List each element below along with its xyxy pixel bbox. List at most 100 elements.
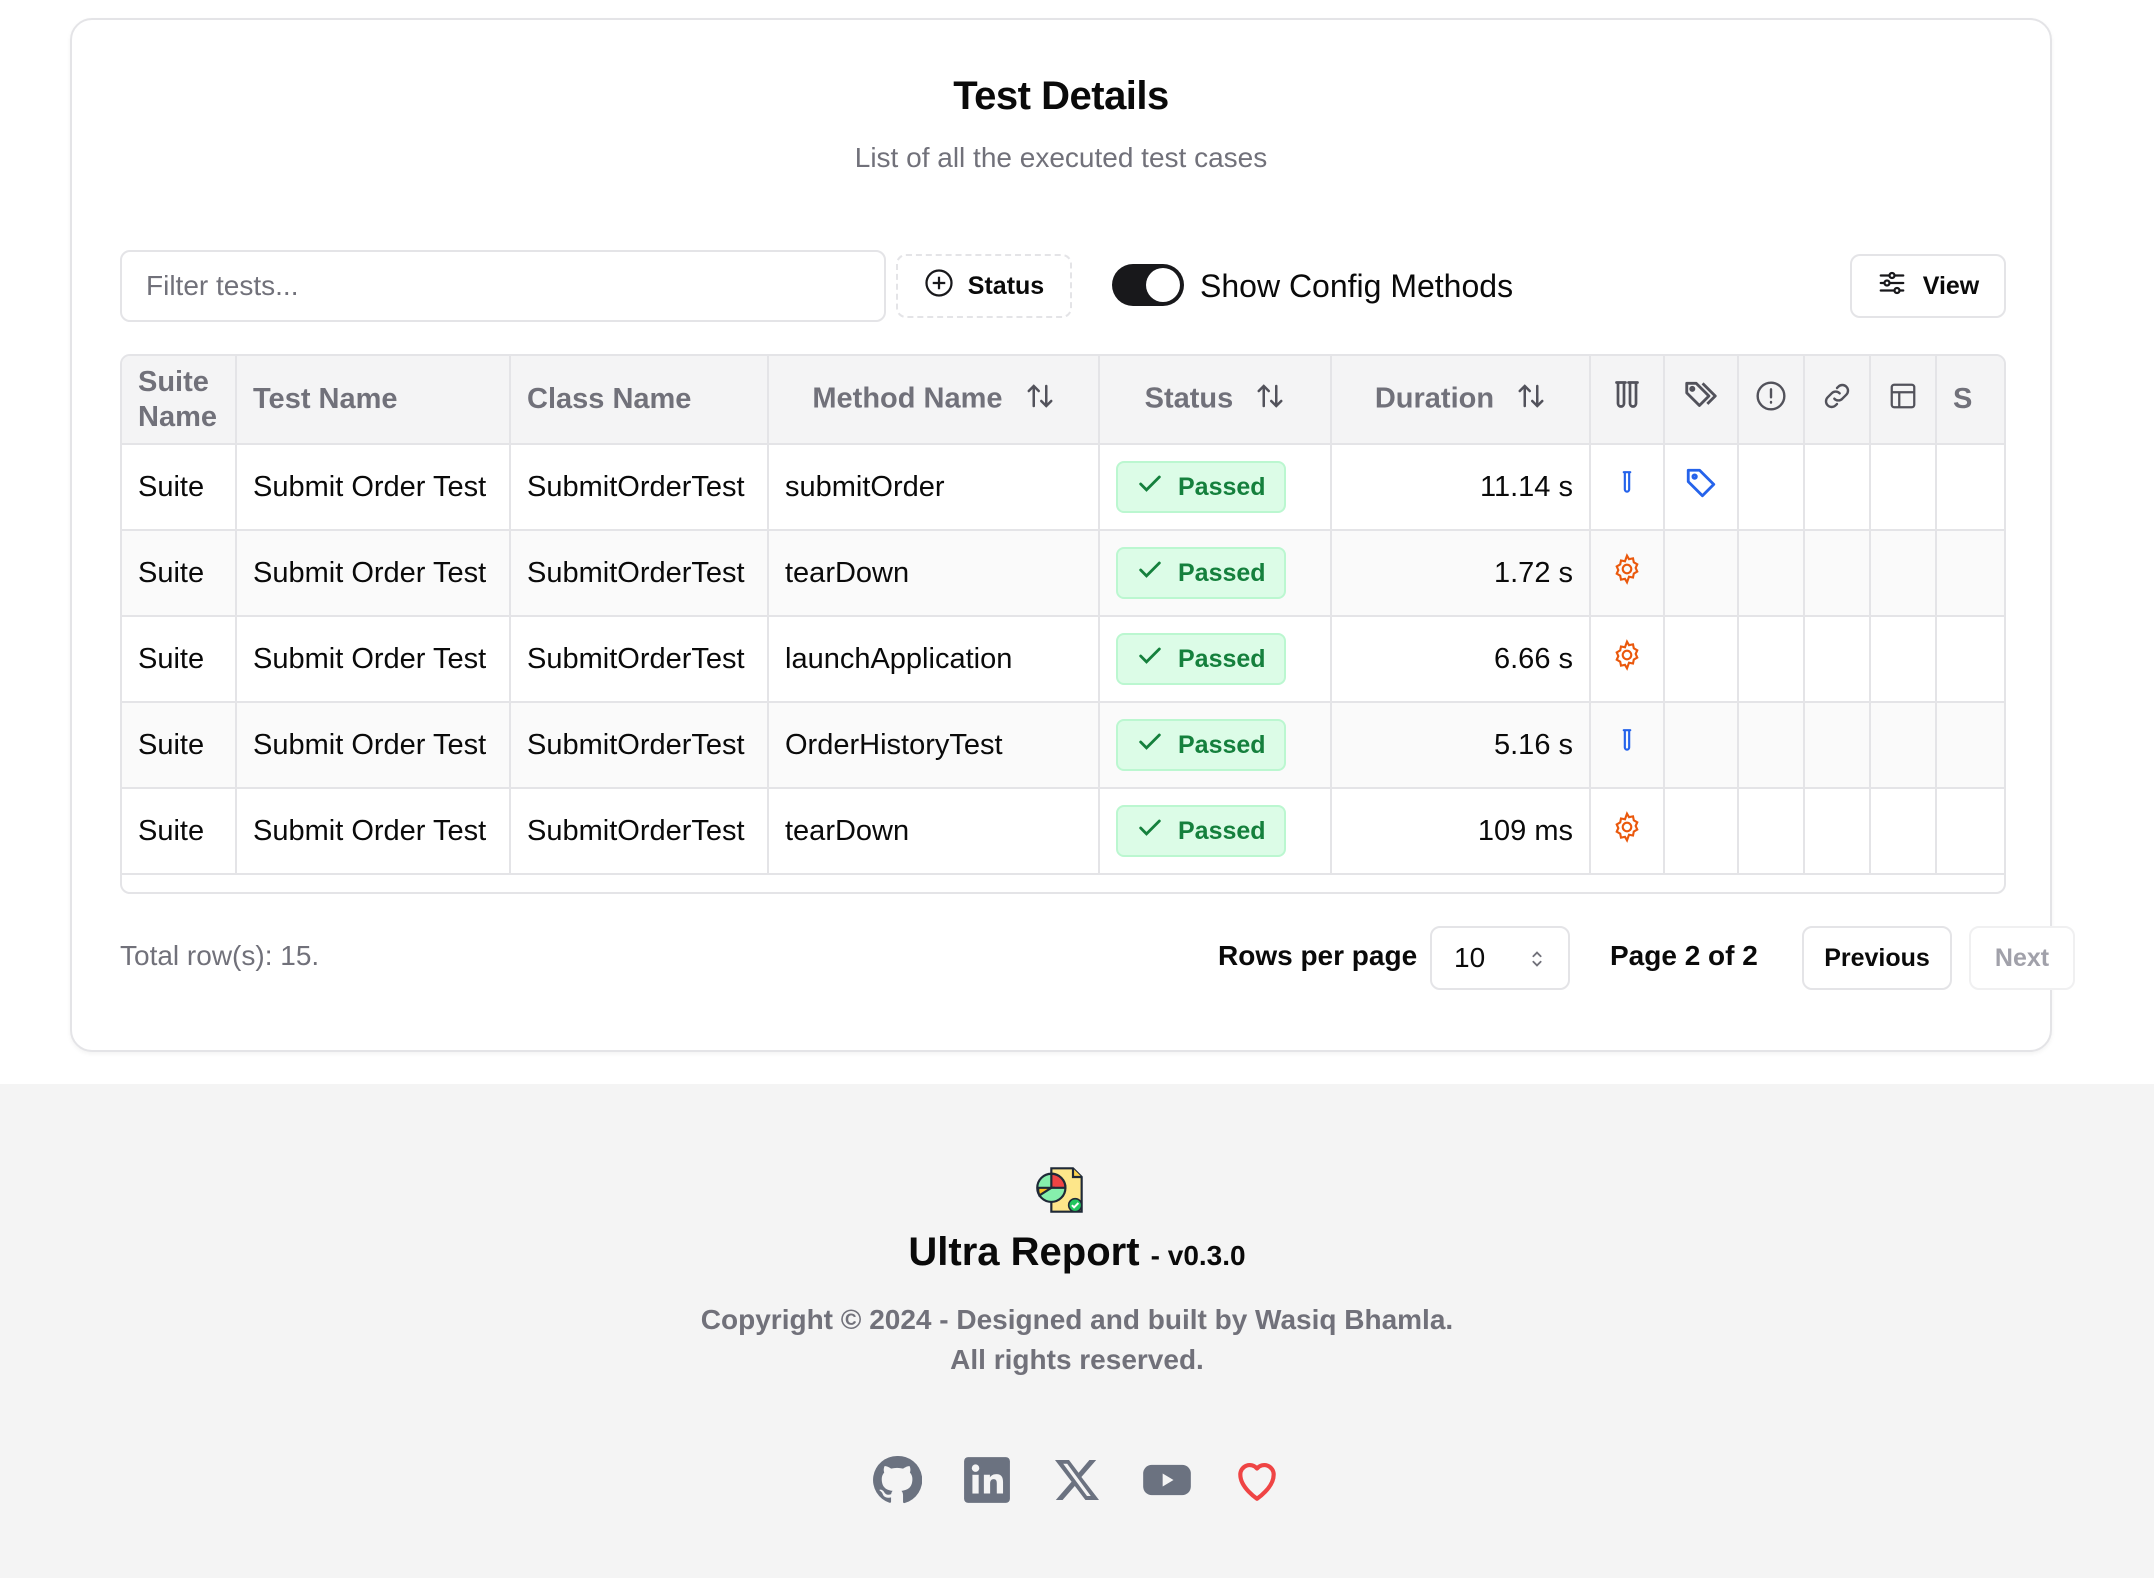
table-row[interactable]: Suite Submit Order Test SubmitOrderTest lau… [122, 616, 2004, 703]
column-method-name[interactable]: Method Name [768, 356, 1100, 445]
rows-per-page-value: 10 [1454, 942, 1486, 973]
cell-duration: 109 ms [1331, 788, 1591, 875]
rows-per-page-select[interactable]: 10 [1430, 926, 1570, 990]
heart-icon[interactable] [1231, 1454, 1283, 1506]
cell-suite: Suite [122, 788, 237, 875]
table-row[interactable]: Suite Submit Order Test SubmitOrderTest Ord… [122, 702, 2004, 789]
test-tube-icon [1614, 729, 1640, 765]
show-config-label: Show Config Methods [1200, 268, 1514, 304]
cell-status: Passed [1099, 788, 1332, 875]
cell-suite: Suite [122, 616, 237, 703]
rows-per-page-label: Rows per page [1218, 940, 1418, 971]
cell-tags [1664, 788, 1739, 875]
cell-table [1870, 702, 1937, 789]
cell-table [1870, 444, 1937, 531]
cell-test-name: Submit Order Test [236, 788, 511, 875]
footer: Ultra Report - v0.3.0 Copyright © 2024 -… [0, 1084, 2154, 1578]
plus-circle-icon [924, 268, 954, 305]
cell-test-name: Submit Order Test [236, 530, 511, 617]
cell-truncated [1936, 444, 2004, 531]
youtube-icon[interactable] [1141, 1454, 1193, 1506]
cell-class-name: SubmitOrderTest [510, 702, 769, 789]
filter-tests-input[interactable] [120, 250, 886, 322]
cell-type [1590, 702, 1665, 789]
status-badge: Passed [1116, 805, 1286, 857]
cell-links [1804, 788, 1871, 875]
cell-duration: 1.72 s [1331, 530, 1591, 617]
check-icon [1136, 470, 1164, 505]
status-filter-button[interactable]: Status [896, 254, 1072, 318]
table-header-row: Suite Name Test Name Class Name Method Na… [122, 356, 2004, 445]
table-row[interactable]: Suite Submit Order Test SubmitOrderTest sub… [122, 444, 2004, 531]
test-details-card: Test Details List of all the executed te… [70, 18, 2075, 1052]
cell-tags [1664, 616, 1739, 703]
cell-suite: Suite [122, 444, 237, 531]
cell-status: Passed [1099, 616, 1332, 703]
cell-status: Passed [1099, 444, 1332, 531]
cell-method-name: tearDown [768, 788, 1100, 875]
cell-method-name: OrderHistoryTest [768, 702, 1100, 789]
gear-icon [1611, 553, 1643, 592]
page-subtitle: List of all the executed test cases [854, 142, 1268, 173]
linkedin-icon[interactable] [961, 1454, 1013, 1506]
column-type [1590, 356, 1665, 445]
tests-table: Suite Name Test Name Class Name Method Na… [120, 354, 2006, 894]
column-table [1870, 356, 1937, 445]
column-truncated: S [1936, 356, 2004, 445]
column-tags [1664, 356, 1739, 445]
test-tubes-icon [1609, 380, 1645, 421]
cell-errors [1738, 702, 1805, 789]
test-tube-icon [1614, 471, 1640, 507]
check-icon [1136, 556, 1164, 591]
check-icon [1136, 728, 1164, 763]
cell-test-name: Submit Order Test [236, 702, 511, 789]
cell-errors [1738, 530, 1805, 617]
brand-name: Ultra Report - v0.3.0 [908, 1230, 1246, 1274]
sort-icon [1025, 381, 1055, 419]
cell-type [1590, 530, 1665, 617]
cell-type [1590, 616, 1665, 703]
gear-icon [1611, 811, 1643, 850]
page-title: Test Details [953, 74, 1169, 118]
table-row[interactable]: Suite Submit Order Test SubmitOrderTest tea… [122, 530, 2004, 617]
next-page-button[interactable]: Next [1969, 926, 2075, 990]
column-class-name: Class Name [510, 356, 769, 445]
toggle-knob [1146, 268, 1180, 302]
cell-truncated [1936, 616, 2004, 703]
show-config-toggle[interactable] [1112, 264, 1184, 306]
cell-duration: 6.66 s [1331, 616, 1591, 703]
cell-errors [1738, 616, 1805, 703]
cell-tags[interactable] [1664, 444, 1739, 531]
table-row[interactable]: Suite Submit Order Test SubmitOrderTest tea… [122, 788, 2004, 875]
cell-method-name: submitOrder [768, 444, 1100, 531]
cell-method-name: tearDown [768, 530, 1100, 617]
github-icon[interactable] [871, 1454, 923, 1506]
cell-class-name: SubmitOrderTest [510, 788, 769, 875]
column-errors [1738, 356, 1805, 445]
column-test-name: Test Name [236, 356, 511, 445]
table-icon [1888, 383, 1918, 418]
x-icon[interactable] [1051, 1454, 1103, 1506]
cell-links [1804, 616, 1871, 703]
column-links [1804, 356, 1871, 445]
total-rows: Total row(s): 15. [120, 940, 320, 971]
view-options-button[interactable]: View [1850, 254, 2006, 318]
cell-duration: 11.14 s [1331, 444, 1591, 531]
tags-icon [1682, 381, 1720, 422]
cell-suite: Suite [122, 702, 237, 789]
cell-suite: Suite [122, 530, 237, 617]
column-duration[interactable]: Duration [1331, 356, 1591, 445]
column-status[interactable]: Status [1099, 356, 1332, 445]
page-indicator: Page 2 of 2 [1610, 940, 1758, 971]
status-badge: Passed [1116, 719, 1286, 771]
sort-icon [1255, 381, 1285, 419]
cell-truncated [1936, 702, 2004, 789]
tag-icon[interactable] [1684, 468, 1718, 507]
chevrons-up-down-icon [1526, 946, 1548, 979]
cell-errors [1738, 444, 1805, 531]
cell-type [1590, 444, 1665, 531]
previous-page-button[interactable]: Previous [1802, 926, 1952, 990]
cell-duration: 5.16 s [1331, 702, 1591, 789]
cell-errors [1738, 788, 1805, 875]
alert-circle-icon [1755, 380, 1787, 419]
